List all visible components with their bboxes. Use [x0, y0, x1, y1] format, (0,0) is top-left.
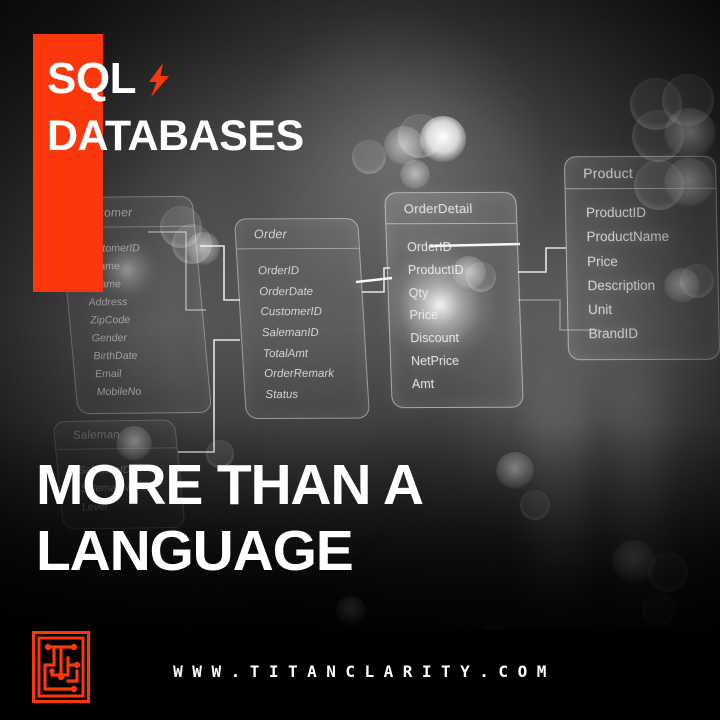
social-post-graphic: Customer CustomerID FName LName Address … [0, 0, 720, 720]
eyebrow-word-sql: SQL [47, 54, 136, 103]
lightning-bolt-icon [148, 63, 169, 97]
eyebrow-line-1: SQL [47, 57, 467, 101]
eyebrow-word-databases: DATABASES [47, 112, 304, 160]
eyebrow-line-2: DATABASES [47, 101, 467, 158]
page-title: MORE THAN A LANGUAGE [36, 453, 656, 583]
headline-line-1: MORE THAN A [36, 453, 424, 517]
headline-line-2: LANGUAGE [36, 518, 354, 583]
website-url[interactable]: WWW.TITANCLARITY.COM [0, 662, 720, 681]
eyebrow-title: SQL DATABASES [47, 57, 467, 158]
